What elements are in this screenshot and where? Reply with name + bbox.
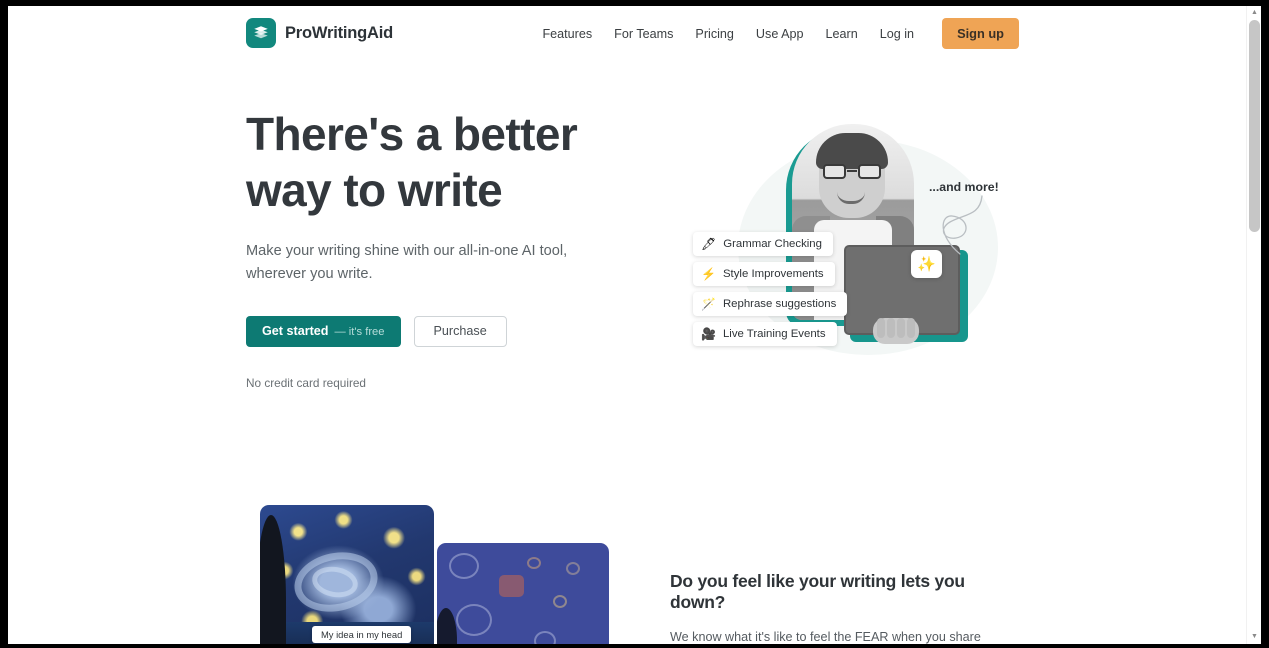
and-more-label: ...and more! bbox=[929, 180, 999, 194]
nav-link-log-in[interactable]: Log in bbox=[869, 19, 925, 49]
magic-wand-icon: 🪄 bbox=[701, 297, 716, 311]
no-credit-card-note: No credit card required bbox=[246, 376, 366, 390]
nav-link-pricing[interactable]: Pricing bbox=[684, 19, 745, 49]
nav-link-for-teams[interactable]: For Teams bbox=[603, 19, 684, 49]
doodle-spiral bbox=[449, 553, 479, 579]
person-hand bbox=[873, 318, 919, 344]
section2-body: We know what it's like to feel the FEAR … bbox=[670, 630, 981, 644]
feature-chip-label: Grammar Checking bbox=[723, 238, 822, 250]
brand-logo-link[interactable]: ProWritingAid bbox=[246, 18, 393, 48]
glasses-icon bbox=[822, 164, 882, 179]
section2-copy: Do you feel like your writing lets you d… bbox=[670, 571, 1020, 644]
feature-chip-grammar-checking: 🖋 Grammar Checking bbox=[693, 232, 833, 256]
comparison-illustration: My idea in my head bbox=[254, 505, 609, 644]
hero-cta-group: Get started — it's free Purchase bbox=[246, 316, 646, 347]
feature-chip-style-improvements: ⚡ Style Improvements bbox=[693, 262, 835, 286]
finger bbox=[897, 318, 905, 338]
section2-title: Do you feel like your writing lets you d… bbox=[670, 571, 965, 612]
doodle-star bbox=[566, 562, 580, 575]
finger bbox=[907, 318, 915, 338]
doodle-spiral bbox=[534, 631, 556, 644]
brand-name: ProWritingAid bbox=[285, 23, 394, 42]
scrollbar-thumb[interactable] bbox=[1249, 20, 1260, 232]
doodle-star bbox=[527, 557, 541, 569]
doodle-blob bbox=[499, 575, 524, 597]
get-started-note: — it's free bbox=[334, 326, 385, 338]
feature-chip-label: Style Improvements bbox=[722, 268, 824, 280]
hero-illustration: ✨ ...and more! 🖋 Grammar Checking ⚡ Styl… bbox=[668, 102, 1028, 402]
browser-viewport: ProWritingAid Features For Teams Pricing… bbox=[8, 6, 1261, 644]
main-navigation: Features For Teams Pricing Use App Learn… bbox=[531, 18, 1019, 49]
page-content: ProWritingAid Features For Teams Pricing… bbox=[8, 6, 1246, 644]
hero-subtitle: Make your writing shine with our all-in-… bbox=[246, 243, 568, 282]
site-header: ProWritingAid Features For Teams Pricing… bbox=[8, 6, 1246, 62]
glasses-lens-left bbox=[823, 164, 846, 179]
browser-frame: ProWritingAid Features For Teams Pricing… bbox=[0, 0, 1269, 648]
glasses-lens-right bbox=[858, 164, 881, 179]
glasses-bridge bbox=[847, 170, 857, 172]
feature-chip-live-training-events: 🎥 Live Training Events bbox=[693, 322, 837, 346]
blank-panel-cypress bbox=[437, 608, 457, 644]
doodle-spiral bbox=[456, 604, 492, 636]
purchase-button[interactable]: Purchase bbox=[413, 316, 507, 347]
doodle-star bbox=[553, 595, 567, 608]
starry-cypress-tree bbox=[260, 515, 286, 644]
feature-chip-rephrase-suggestions: 🪄 Rephrase suggestions bbox=[693, 292, 848, 316]
curved-connector-line bbox=[942, 195, 983, 255]
lightning-bolt-icon: ⚡ bbox=[701, 267, 716, 281]
feature-chip-list: 🖋 Grammar Checking ⚡ Style Improvements … bbox=[693, 232, 848, 346]
sign-up-button[interactable]: Sign up bbox=[942, 18, 1019, 49]
get-started-label: Get started bbox=[262, 324, 329, 338]
starry-night-panel: My idea in my head bbox=[260, 505, 434, 644]
nav-link-use-app[interactable]: Use App bbox=[745, 19, 815, 49]
prowritingaid-logo-icon bbox=[246, 18, 276, 48]
my-idea-label: My idea in my head bbox=[312, 626, 412, 643]
finger bbox=[877, 318, 885, 338]
nav-link-features[interactable]: Features bbox=[531, 19, 603, 49]
video-camera-icon: 🎥 bbox=[701, 327, 716, 341]
hero-copy: There's a better way to write Make your … bbox=[246, 106, 646, 390]
scroll-down-arrow-icon[interactable]: ▼ bbox=[1250, 632, 1259, 641]
blank-blue-panel bbox=[437, 543, 609, 644]
vertical-scrollbar[interactable]: ▲ ▼ bbox=[1246, 6, 1261, 644]
nav-link-learn[interactable]: Learn bbox=[815, 19, 869, 49]
get-started-button[interactable]: Get started — it's free bbox=[246, 316, 401, 347]
pen-icon: 🖋 bbox=[701, 237, 717, 251]
feature-chip-label: Rephrase suggestions bbox=[722, 298, 837, 310]
feature-chip-label: Live Training Events bbox=[722, 328, 826, 340]
finger bbox=[887, 318, 895, 338]
hero-title: There's a better way to write bbox=[246, 108, 578, 216]
scroll-up-arrow-icon[interactable]: ▲ bbox=[1250, 8, 1259, 17]
